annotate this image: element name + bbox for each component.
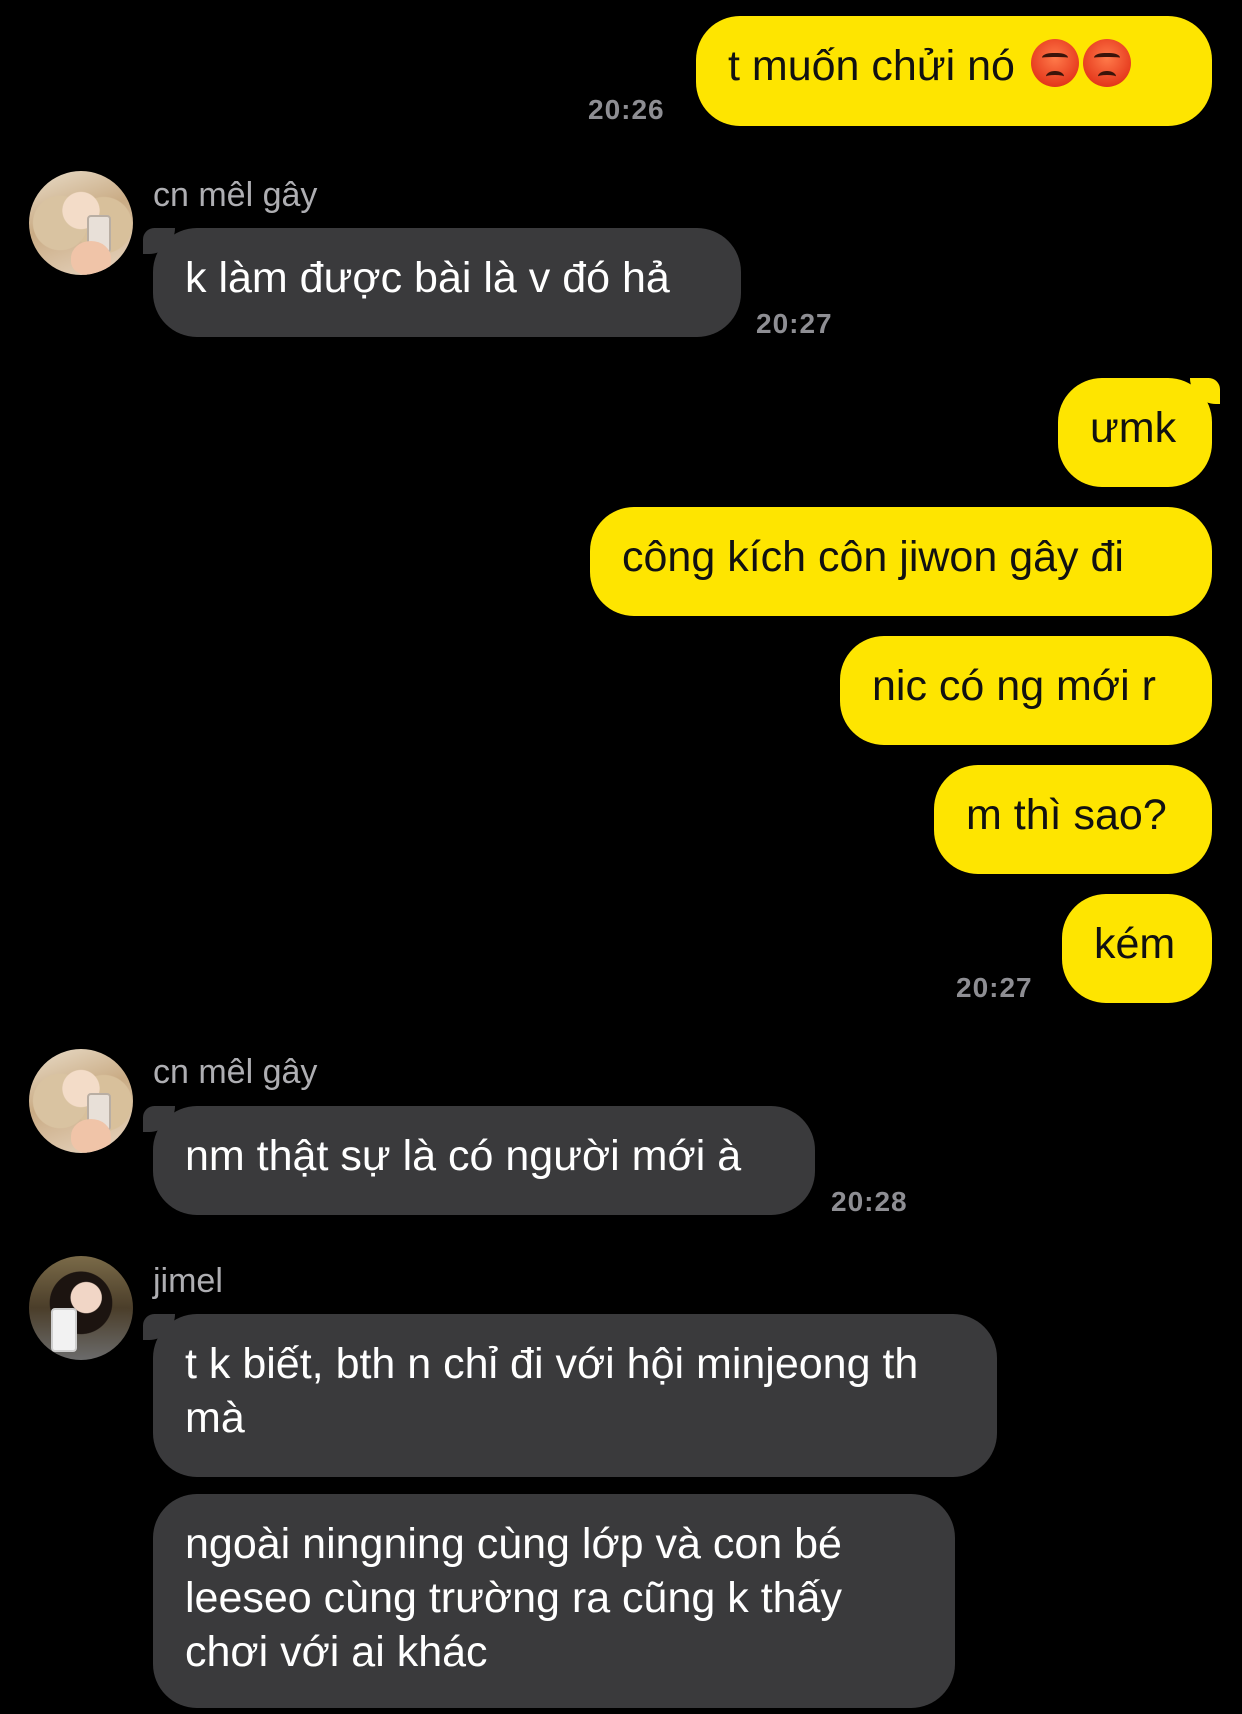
their-message-bubble[interactable]: ngoài ningning cùng lớp và con bé leeseo… (153, 1494, 955, 1708)
sender-name: cn mêl gây (153, 1053, 318, 1091)
their-message-bubble[interactable]: nm thật sự là có người mới à (143, 1106, 815, 1215)
my-message-bubble[interactable]: t muốn chửi nó (696, 16, 1212, 126)
message-text: m thì sao? (966, 791, 1167, 839)
avatar-hand (71, 1119, 111, 1153)
message-timestamp: 20:27 (756, 308, 833, 339)
message-timestamp: 20:26 (588, 94, 665, 125)
message-timestamp: 20:27 (956, 972, 1033, 1003)
message-timestamp: 20:28 (831, 1186, 908, 1217)
message-text: t muốn chửi nó (728, 42, 1015, 90)
message-text: t k biết, bth n chỉ đi với hội minjeong … (185, 1340, 919, 1442)
avatar[interactable] (29, 171, 133, 275)
message-text: công kích côn jiwon gây đi (622, 533, 1124, 581)
message-text: nic có ng mới r (872, 662, 1156, 710)
angry-face-icon (1030, 39, 1079, 87)
phone-icon (51, 1308, 77, 1352)
avatar[interactable] (29, 1256, 133, 1360)
message-text: kém (1094, 920, 1176, 968)
sender-name: cn mêl gây (153, 176, 318, 214)
angry-face-icon (1082, 39, 1131, 87)
sender-name: jimel (153, 1262, 223, 1300)
their-message-bubble[interactable]: k làm được bài là v đó hả (143, 228, 741, 337)
avatar[interactable] (29, 1049, 133, 1153)
my-message-bubble[interactable]: ưmk (1058, 378, 1220, 487)
message-text: k làm được bài là v đó hả (185, 254, 670, 302)
message-text: nm thật sự là có người mới à (185, 1132, 742, 1180)
my-message-bubble[interactable]: nic có ng mới r (840, 636, 1212, 745)
their-message-bubble[interactable]: t k biết, bth n chỉ đi với hội minjeong … (143, 1314, 997, 1477)
my-message-bubble[interactable]: công kích côn jiwon gây đi (590, 507, 1212, 616)
my-message-bubble[interactable]: m thì sao? (934, 765, 1212, 874)
my-message-bubble[interactable]: kém (1062, 894, 1212, 1003)
message-text: ưmk (1090, 404, 1177, 452)
chat-thread: t muốn chửi nó 20:26 cn mêl gây k làm đư… (0, 0, 1242, 1714)
message-text: ngoài ningning cùng lớp và con bé leeseo… (185, 1520, 842, 1676)
avatar-hand (71, 241, 111, 275)
